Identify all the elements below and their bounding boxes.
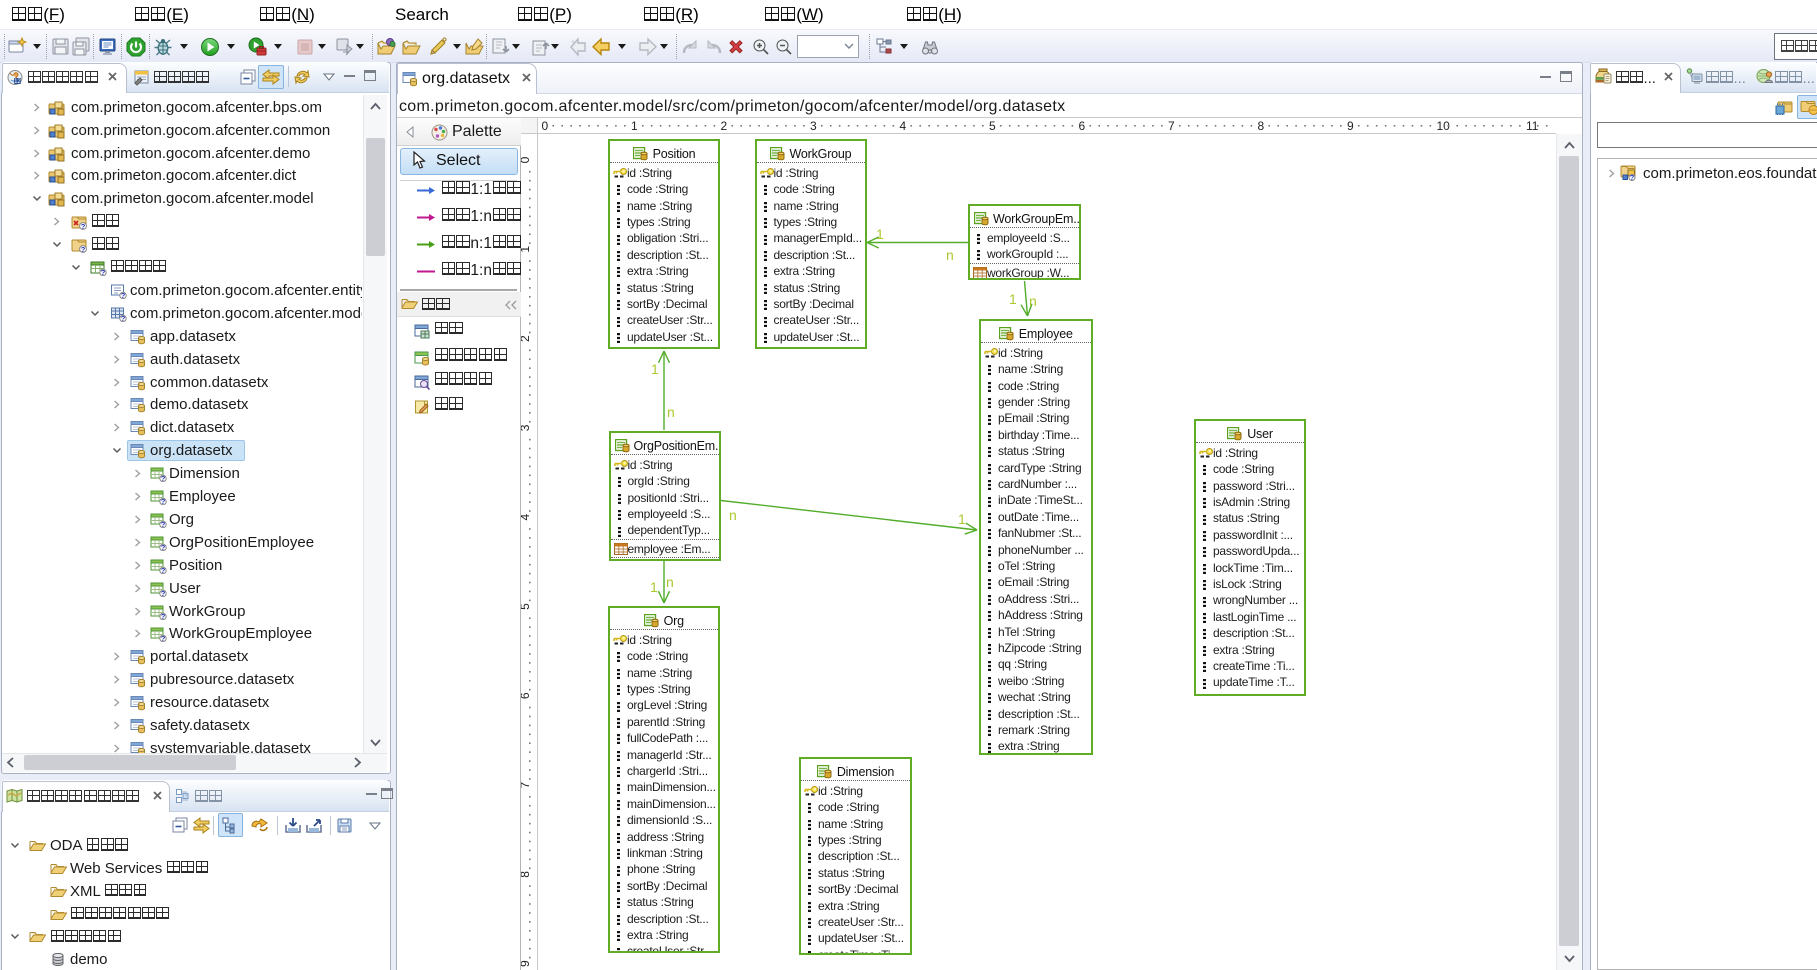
svg-text:1: 1 [650, 579, 658, 595]
svg-text:n: n [946, 247, 954, 263]
svg-text:11: 11 [1526, 119, 1539, 133]
svg-text:7: 7 [1168, 119, 1175, 133]
svg-text:9: 9 [521, 960, 532, 967]
svg-text:7: 7 [521, 781, 532, 788]
svg-text:5: 5 [521, 603, 532, 610]
svg-text:?: ? [161, 497, 166, 505]
svg-text:4: 4 [900, 119, 907, 133]
svg-text:0: 0 [542, 119, 549, 133]
svg-text:?: ? [161, 635, 166, 643]
svg-text:?: ? [81, 222, 86, 230]
svg-text:8: 8 [1258, 119, 1265, 133]
svg-text:?: ? [121, 291, 126, 299]
svg-text:2: 2 [521, 335, 532, 342]
svg-text:3: 3 [521, 424, 532, 431]
svg-text:n: n [1029, 293, 1037, 309]
svg-text:1: 1 [651, 361, 659, 377]
svg-text:n: n [667, 404, 675, 420]
svg-text:?: ? [81, 245, 86, 253]
svg-text:1: 1 [1009, 291, 1017, 307]
svg-text:?: ? [1630, 175, 1634, 181]
svg-text:?: ? [161, 612, 166, 620]
svg-text:5: 5 [989, 119, 996, 133]
svg-text:?: ? [161, 474, 166, 482]
svg-text:1: 1 [958, 511, 966, 527]
svg-text:1: 1 [521, 246, 532, 253]
svg-text:n: n [729, 507, 737, 523]
svg-text:?: ? [101, 268, 106, 276]
svg-text:9: 9 [1347, 119, 1354, 133]
svg-text:4: 4 [521, 514, 532, 521]
svg-text:12: 12 [14, 79, 21, 85]
svg-text:3: 3 [810, 119, 817, 133]
svg-text:?: ? [121, 314, 126, 322]
svg-text:1: 1 [631, 119, 638, 133]
svg-text:n: n [666, 574, 674, 590]
svg-text:?: ? [161, 566, 166, 574]
svg-text:8: 8 [521, 871, 532, 878]
svg-text:1: 1 [876, 226, 884, 242]
svg-text:0: 0 [521, 156, 532, 163]
svg-text:?: ? [161, 543, 166, 551]
svg-text:?: ? [161, 589, 166, 597]
svg-text:2: 2 [721, 119, 728, 133]
svg-text:6: 6 [521, 692, 532, 699]
svg-text:6: 6 [1079, 119, 1086, 133]
svg-text:?: ? [161, 520, 166, 528]
